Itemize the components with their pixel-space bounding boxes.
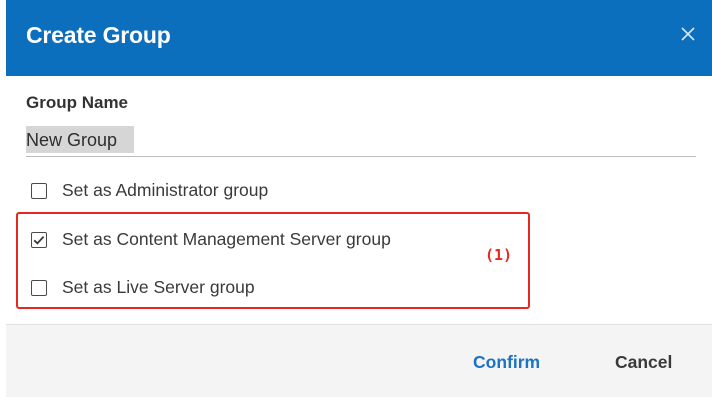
- annotation-highlight-box: [16, 212, 530, 309]
- create-group-dialog: Create Group Group Name Set as Administr…: [0, 0, 712, 397]
- dialog-header: Create Group: [6, 0, 712, 76]
- annotation-label: (1): [485, 246, 513, 264]
- dialog-title: Create Group: [26, 22, 171, 48]
- close-icon[interactable]: [676, 22, 700, 46]
- cancel-button[interactable]: Cancel: [615, 352, 672, 373]
- group-name-input[interactable]: [26, 124, 696, 157]
- group-name-label: Group Name: [26, 93, 129, 112]
- dialog-footer: Confirm Cancel: [6, 324, 712, 397]
- confirm-button[interactable]: Confirm: [473, 352, 540, 373]
- administrator-group-label: Set as Administrator group: [62, 180, 269, 200]
- administrator-group-checkbox[interactable]: [31, 183, 47, 199]
